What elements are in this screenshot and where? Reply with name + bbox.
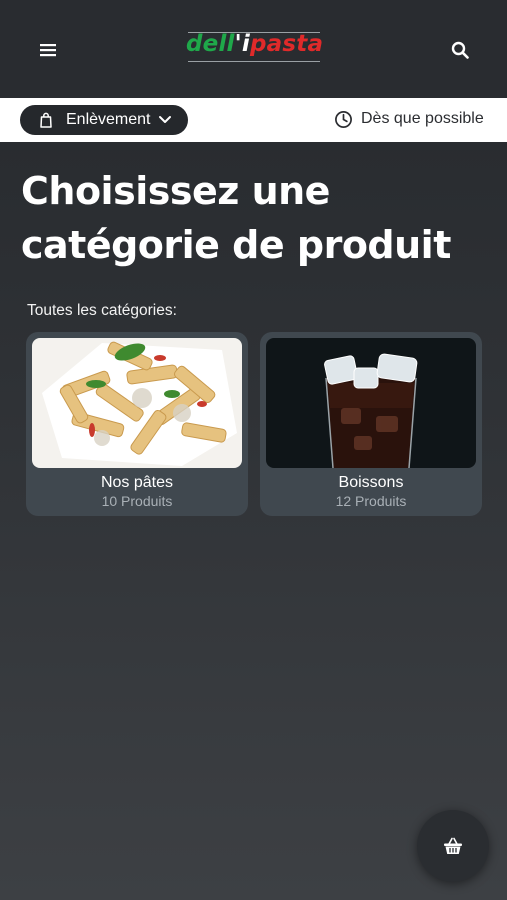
logo-text: dell'ipasta — [186, 31, 324, 57]
drinks-image — [266, 338, 476, 468]
order-time-label: Dès que possible — [361, 110, 484, 127]
section-label: Toutes les catégories: — [27, 302, 177, 319]
shopping-bag-icon — [40, 112, 52, 128]
page-title: Choisissez une catégorie de produit — [21, 169, 451, 267]
category-count: 10 Produits — [101, 493, 173, 509]
search-button[interactable] — [446, 36, 474, 64]
clock-icon — [335, 111, 352, 128]
category-name: Nos pâtes — [100, 474, 174, 491]
order-mode-selector[interactable]: Enlèvement — [20, 105, 188, 135]
category-name: Boissons — [338, 474, 404, 491]
cart-button[interactable] — [417, 810, 489, 882]
logo-rule-bottom — [188, 61, 320, 62]
basket-icon — [444, 837, 462, 854]
search-icon — [451, 41, 469, 59]
category-card-drinks[interactable]: Boissons 12 Produits — [260, 332, 482, 516]
category-count: 12 Produits — [335, 493, 407, 509]
menu-button[interactable] — [36, 38, 60, 62]
category-card-pasta[interactable]: Nos pâtes 10 Produits — [26, 332, 248, 516]
hamburger-menu-icon — [40, 44, 56, 57]
logo[interactable]: dell'ipasta — [186, 30, 324, 64]
chevron-down-icon — [159, 116, 171, 123]
pasta-image — [32, 338, 242, 468]
order-mode-label: Enlèvement — [66, 111, 151, 128]
order-options-bar: Enlèvement Dès que possible — [0, 98, 507, 142]
top-bar: dell'ipasta — [0, 0, 507, 98]
